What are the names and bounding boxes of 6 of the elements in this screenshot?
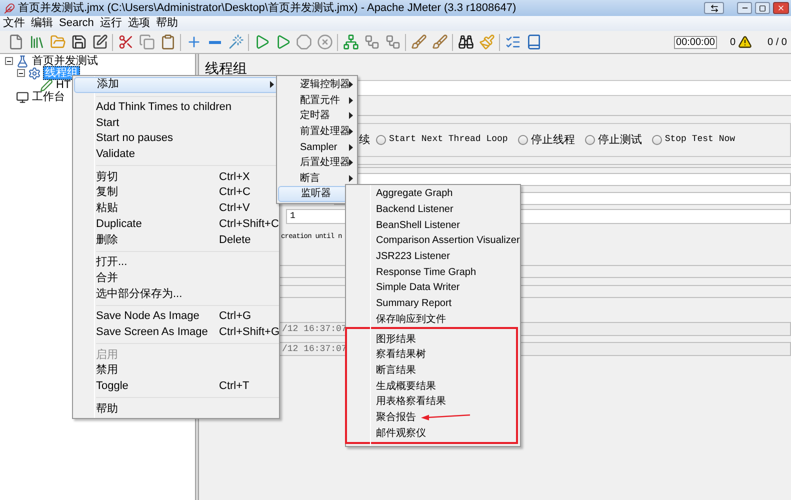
timer-field: 00:00:00 (674, 36, 717, 48)
radio-label: 续 (359, 132, 370, 148)
thread-count: 0 / 0 (768, 36, 787, 50)
panel-title: 线程组 (204, 59, 248, 78)
window-title: 首页并发测试.jmx (C:\Users\Administrator\Desktop\首页并发测试.jmx) - Apache JMeter (3.3 r1808647) (18, 0, 516, 16)
error-count: 0 (730, 36, 736, 50)
